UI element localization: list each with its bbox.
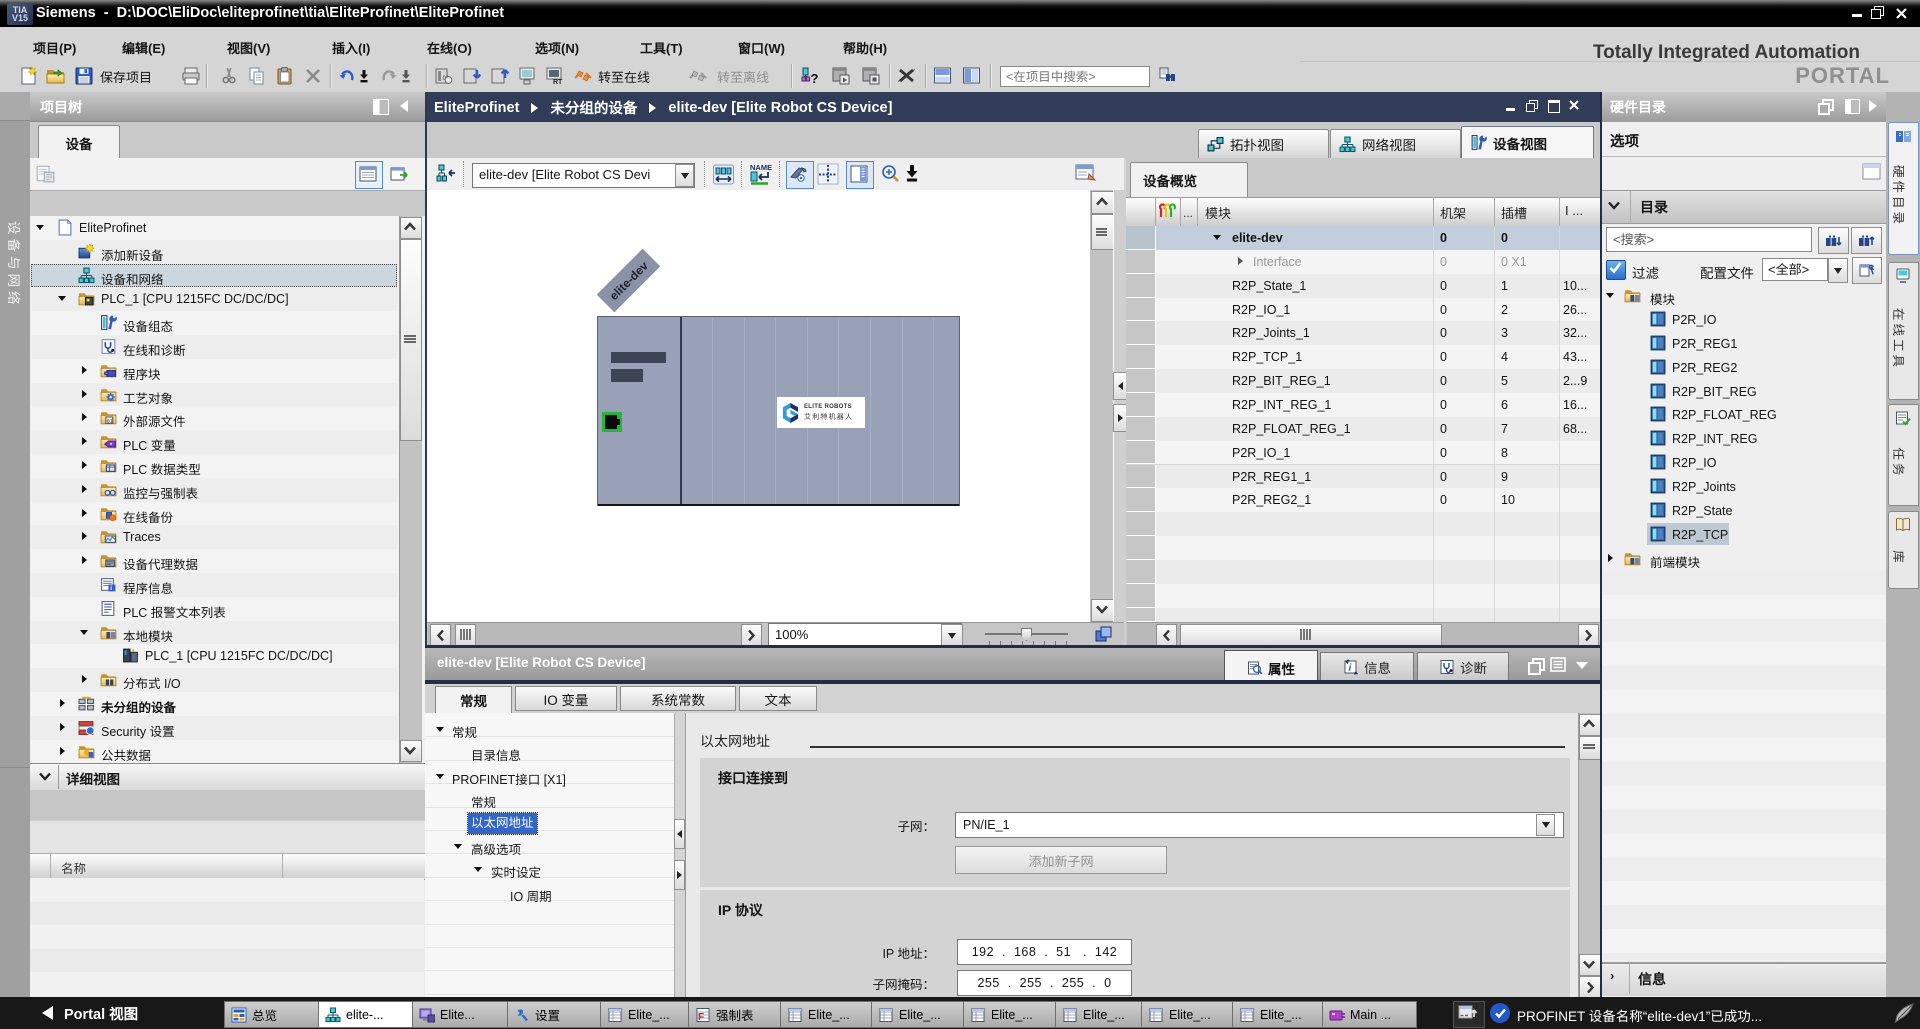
svg-text:NAME: NAME [750, 163, 772, 172]
svg-text:F: F [698, 1012, 704, 1023]
svg-text:?: ? [811, 71, 819, 86]
svg-text:RT: RT [553, 79, 563, 86]
